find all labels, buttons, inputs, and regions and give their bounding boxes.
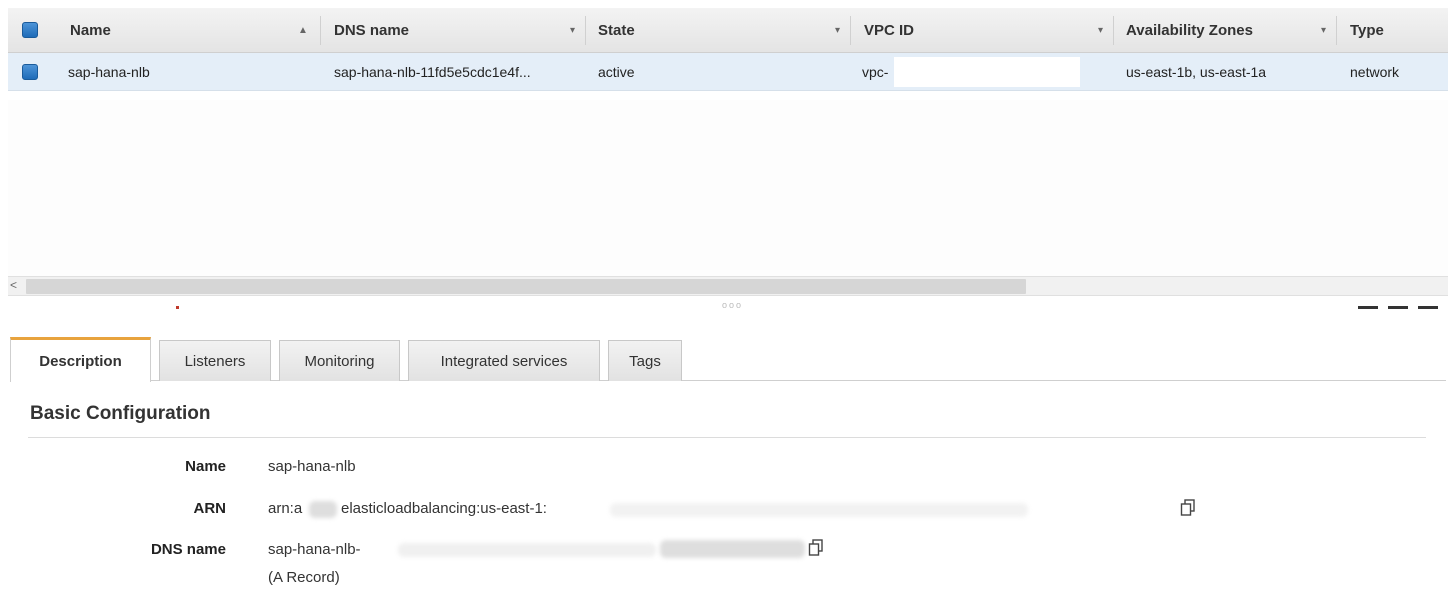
sort-ascending-icon[interactable]: ▲: [298, 8, 308, 53]
copy-to-clipboard-icon[interactable]: [808, 539, 824, 557]
redacted-area: [894, 57, 1080, 87]
tab-monitoring[interactable]: Monitoring: [279, 340, 400, 381]
field-label-dns-name: DNS name: [150, 541, 226, 558]
filter-dropdown-icon[interactable]: ▾: [570, 8, 575, 53]
column-header-name[interactable]: Name: [70, 8, 111, 52]
filter-dropdown-icon[interactable]: ▾: [835, 8, 840, 53]
field-value-arn: elasticloadbalancing:us-east-1:: [341, 500, 547, 517]
tab-listeners[interactable]: Listeners: [159, 340, 271, 381]
field-label-name: Name: [185, 458, 226, 475]
column-divider: [585, 16, 586, 45]
cell-type: network: [1350, 63, 1400, 80]
column-header-state[interactable]: State: [598, 8, 635, 52]
redacted-dns-suffix: [398, 543, 656, 557]
copy-to-clipboard-icon[interactable]: [1180, 499, 1196, 517]
column-divider: [1113, 16, 1114, 45]
load-balancer-table: Name ▲ DNS name ▾ State ▾ VPC ID ▾ Avail…: [8, 8, 1448, 91]
cell-availability-zones: us-east-1b, us-east-1a: [1126, 63, 1267, 80]
cell-vpc-id: vpc-: [862, 63, 889, 80]
redacted-arn-suffix: [610, 503, 1028, 517]
table-empty-area: [8, 100, 1448, 276]
tab-tags[interactable]: Tags: [608, 340, 682, 381]
cell-name: sap-hana-nlb: [68, 63, 150, 80]
field-value-arn-prefix: arn:a: [268, 500, 303, 517]
field-value-dns-name: sap-hana-nlb-: [268, 541, 361, 558]
scroll-left-arrow-icon[interactable]: <: [10, 278, 17, 292]
field-value-name: sap-hana-nlb: [268, 458, 356, 475]
column-divider: [850, 16, 851, 45]
tab-description[interactable]: Description: [10, 337, 151, 382]
select-all-checkbox[interactable]: [22, 22, 38, 38]
field-label-arn: ARN: [193, 500, 227, 517]
panel-layout-icon[interactable]: [1358, 306, 1438, 309]
filter-dropdown-icon[interactable]: ▾: [1321, 8, 1326, 53]
detail-tabs: Description Listeners Monitoring Integra…: [10, 337, 1446, 382]
cell-state: active: [598, 63, 635, 80]
redacted-account-id: [309, 501, 337, 518]
filter-dropdown-icon[interactable]: ▾: [1098, 8, 1103, 53]
column-divider: [1336, 16, 1337, 45]
table-row[interactable]: sap-hana-nlb sap-hana-nlb-11fd5e5cdc1e4f…: [8, 53, 1448, 91]
cell-dns-name: sap-hana-nlb-11fd5e5cdc1e4f...: [334, 63, 531, 80]
column-header-vpc-id[interactable]: VPC ID: [864, 8, 914, 52]
redacted-dns-domain: [660, 540, 805, 558]
column-divider: [320, 16, 321, 45]
section-title: Basic Configuration: [30, 403, 211, 424]
row-checkbox[interactable]: [22, 64, 38, 80]
column-header-availability-zones[interactable]: Availability Zones: [1126, 8, 1253, 52]
horizontal-scrollbar[interactable]: <: [8, 276, 1448, 296]
field-note-a-record: (A Record): [268, 569, 340, 586]
divider: [28, 437, 1426, 438]
splitter-grip-icon[interactable]: ooo: [722, 300, 743, 310]
splitter-marker: [176, 306, 179, 309]
table-header: Name ▲ DNS name ▾ State ▾ VPC ID ▾ Avail…: [8, 8, 1448, 53]
scrollbar-thumb[interactable]: [26, 279, 1026, 294]
column-header-type[interactable]: Type: [1350, 8, 1384, 52]
tab-integrated-services[interactable]: Integrated services: [408, 340, 600, 381]
column-header-dns-name[interactable]: DNS name: [334, 8, 409, 52]
